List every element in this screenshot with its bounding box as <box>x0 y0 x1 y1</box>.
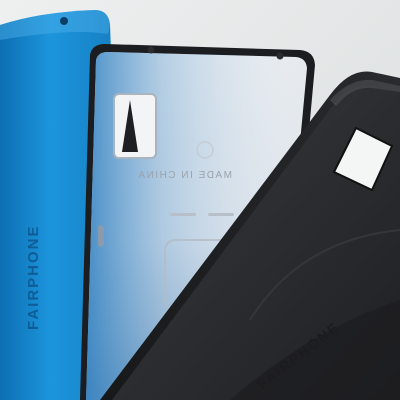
photo-scene: FAIRPHONE MADE IN CHINA FAIRPHONE <box>0 0 400 400</box>
translucent-cover-molded-text: MADE IN CHINA <box>137 170 232 181</box>
blue-cover-screw-hole <box>60 17 68 25</box>
blue-cover-brand-text: FAIRPHONE <box>25 224 42 330</box>
